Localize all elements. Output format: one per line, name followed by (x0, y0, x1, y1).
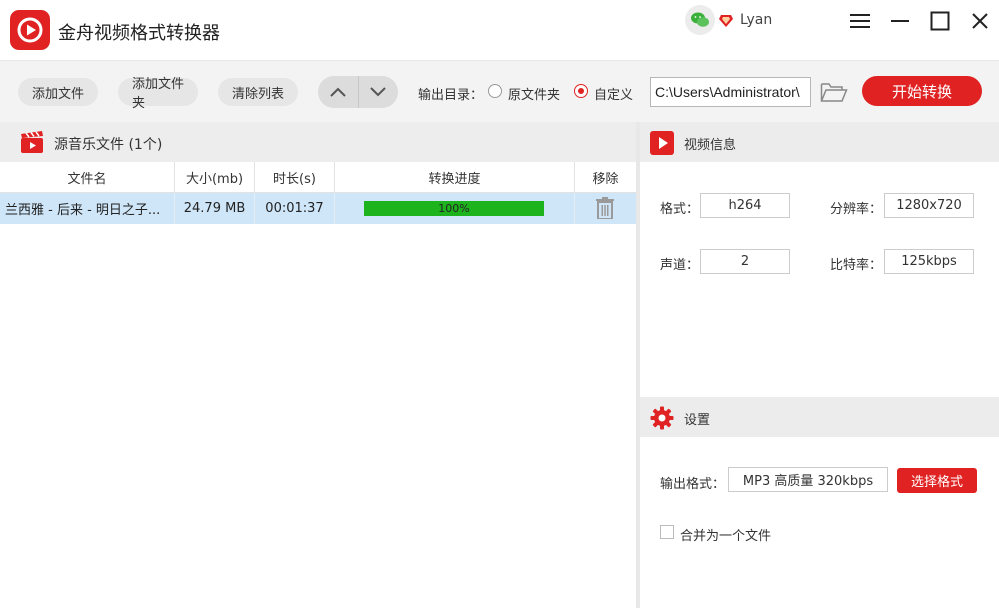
file-panel-header: 源音乐文件 (1个) (0, 122, 636, 162)
format-label: 格式： (660, 202, 700, 217)
app-title: 金舟视频格式转换器 (58, 23, 220, 44)
user-name[interactable]: Lyan (740, 12, 772, 28)
close-icon[interactable] (966, 8, 994, 34)
merge-checkbox[interactable] (660, 525, 674, 539)
trash-icon[interactable] (596, 197, 614, 220)
minimize-icon[interactable] (886, 8, 914, 34)
chevron-down-icon (370, 87, 386, 97)
clear-list-button[interactable]: 清除列表 (218, 78, 298, 106)
bitrate-value: 125kbps (884, 249, 974, 274)
cell-duration: 00:01:37 (255, 193, 335, 224)
file-table-header: 文件名 大小(mb) 时长(s) 转换进度 移除 (0, 162, 636, 193)
video-info-title: 视频信息 (684, 138, 737, 153)
settings-header: 设置 (640, 397, 999, 437)
column-header-size[interactable]: 大小(mb) (175, 162, 255, 193)
radio-original-folder[interactable] (488, 84, 502, 98)
add-file-button[interactable]: 添加文件 (18, 78, 98, 106)
chevron-up-icon (330, 87, 346, 97)
move-buttons (318, 76, 398, 108)
toolbar: 添加文件 添加文件夹 清除列表 输出目录： 原文件夹 自定义 开始转换 (0, 60, 999, 122)
resolution-label: 分辨率： (830, 202, 883, 217)
panel-divider[interactable] (636, 122, 640, 608)
app-logo-icon (10, 10, 50, 50)
channel-value: 2 (700, 249, 790, 274)
output-format-value: MP3 高质量 320kbps (728, 467, 888, 492)
column-header-progress[interactable]: 转换进度 (335, 162, 575, 193)
app-window: 金舟视频格式转换器 Lyan 添加文件 添加文件夹 清除列表 输出目录： 原文件… (0, 0, 999, 608)
cell-filename: 兰西雅 - 后来 - 明日之子... (0, 193, 175, 224)
radio-custom-folder-label[interactable]: 自定义 (594, 84, 633, 103)
format-value: h264 (700, 193, 790, 218)
output-path-input[interactable] (650, 77, 811, 107)
bitrate-label: 比特率： (830, 258, 883, 273)
settings-title: 设置 (684, 413, 711, 428)
column-header-remove[interactable]: 移除 (575, 162, 636, 193)
progress-label: 100% (438, 202, 470, 215)
column-header-duration[interactable]: 时长(s) (255, 162, 335, 193)
resolution-value: 1280x720 (884, 193, 974, 218)
file-panel-title: 源音乐文件 (1个) (54, 137, 163, 153)
progress-bar: 100% (364, 201, 544, 216)
output-dir-label: 输出目录： (418, 88, 484, 103)
radio-custom-folder[interactable] (574, 84, 588, 98)
maximize-icon[interactable] (926, 8, 954, 34)
video-play-icon (650, 131, 674, 155)
gear-icon (650, 406, 674, 430)
channel-label: 声道： (660, 258, 700, 273)
wechat-icon[interactable] (685, 5, 715, 35)
open-folder-icon[interactable] (820, 81, 848, 103)
move-down-button[interactable] (357, 76, 399, 108)
column-header-filename[interactable]: 文件名 (0, 162, 175, 193)
merge-label[interactable]: 合并为一个文件 (680, 525, 771, 544)
output-format-label: 输出格式： (660, 477, 726, 492)
radio-original-folder-label[interactable]: 原文件夹 (508, 84, 560, 103)
video-clapper-icon (20, 130, 44, 154)
video-info-header: 视频信息 (640, 122, 999, 162)
move-up-button[interactable] (318, 76, 358, 108)
cell-size: 24.79 MB (175, 193, 255, 224)
menu-icon[interactable] (846, 8, 874, 34)
vip-diamond-icon (718, 12, 734, 28)
start-convert-button[interactable]: 开始转换 (862, 76, 982, 106)
add-folder-button[interactable]: 添加文件夹 (118, 77, 198, 111)
table-row[interactable]: 兰西雅 - 后来 - 明日之子... 24.79 MB 00:01:37 100… (0, 193, 636, 224)
title-bar: 金舟视频格式转换器 Lyan (0, 0, 999, 60)
choose-format-button[interactable]: 选择格式 (897, 468, 977, 493)
